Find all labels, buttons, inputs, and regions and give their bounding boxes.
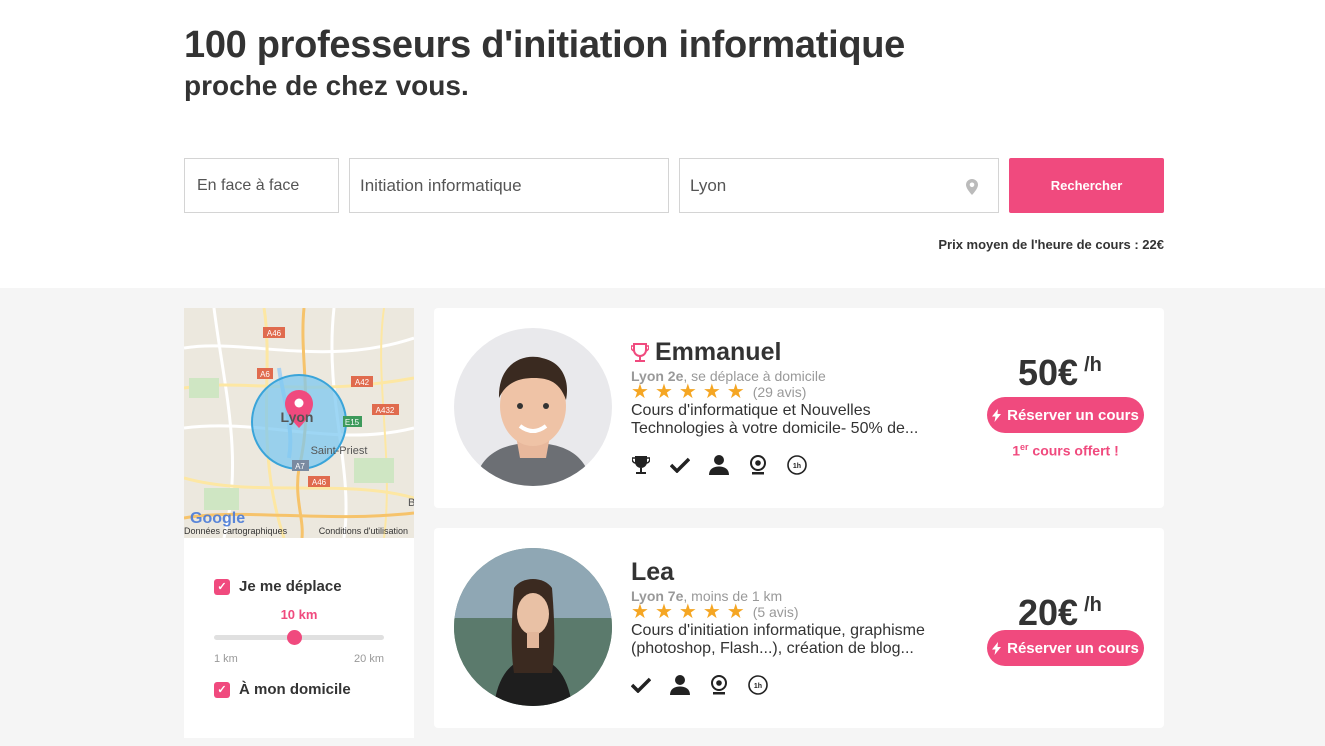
map[interactable]: A46 A6 A42 A432 E15 A7 A46 Lyon Saint-Pr…: [184, 308, 414, 538]
star-icon: ★: [654, 381, 673, 403]
review-count[interactable]: (29 avis): [753, 384, 807, 400]
map-label-a6: A6: [260, 370, 270, 379]
first-lesson-offer: 1er cours offert !: [987, 442, 1144, 459]
star-icon: ★: [678, 381, 697, 403]
teacher-description: Cours d'informatique et Nouvelles Techno…: [631, 402, 919, 437]
map-label-a42: A42: [355, 378, 370, 387]
map-label-a46-bottom: A46: [312, 478, 327, 487]
map-label-a432: A432: [376, 406, 395, 415]
webcam-icon: [709, 675, 729, 695]
teacher-name-row: Lea: [631, 558, 674, 587]
map-terms-link[interactable]: Conditions d'utilisation: [319, 526, 408, 536]
star-icon: ★: [654, 601, 673, 623]
teacher-description: Cours d'initiation informatique, graphis…: [631, 622, 925, 657]
star-icon: ★: [631, 601, 649, 623]
avatar[interactable]: [454, 328, 612, 486]
location-input[interactable]: Lyon: [679, 158, 999, 213]
home-filter[interactable]: ✓ À mon domicile: [214, 681, 351, 698]
location-pin-icon: [966, 179, 978, 195]
home-label: À mon domicile: [239, 681, 351, 698]
offer-ordinal: er: [1020, 442, 1029, 452]
page-subtitle: proche de chez vous.: [184, 70, 469, 101]
page-title: 100 professeurs d'initiation informatiqu…: [184, 24, 905, 66]
map-label-e15: E15: [345, 418, 360, 427]
teacher-name[interactable]: Lea: [631, 558, 674, 587]
star-icon: ★: [702, 601, 721, 623]
map-label-city: Lyon: [281, 409, 314, 425]
map-credits: Données cartographiques Conditions d'uti…: [184, 526, 414, 536]
teacher-features: 1h: [631, 455, 807, 475]
distance-value: 10 km: [280, 607, 318, 622]
price-value: 20€: [1018, 592, 1079, 633]
star-icon: ★: [631, 381, 649, 403]
travel-label: Je me déplace: [239, 578, 342, 595]
person-icon: [670, 675, 690, 695]
map-data-credit[interactable]: Données cartographiques: [184, 526, 287, 536]
price-unit: /h: [1084, 354, 1102, 376]
distance-slider[interactable]: [214, 630, 384, 645]
avatar[interactable]: [454, 548, 612, 706]
lightning-icon: [992, 641, 1002, 655]
star-icon: ★: [726, 601, 745, 623]
distance-min-label: 1 km: [214, 653, 238, 665]
teacher-card[interactable]: Lea Lyon 7e, moins de 1 km ★ ★ ★ ★ ★ (5 …: [434, 528, 1164, 728]
map-label-a7: A7: [295, 462, 305, 471]
rating: ★ ★ ★ ★ ★ (5 avis): [631, 602, 799, 622]
travel-filter[interactable]: ✓ Je me déplace: [214, 578, 342, 595]
map-label-saint-priest: Saint-Priest: [311, 445, 368, 457]
svg-text:1h: 1h: [754, 683, 762, 690]
one-hour-icon: 1h: [787, 455, 807, 475]
price: 20€/h: [1018, 592, 1102, 634]
star-icon: ★: [726, 381, 745, 403]
search-button[interactable]: Rechercher: [1009, 158, 1164, 213]
lightning-icon: [992, 408, 1002, 422]
book-button-label: Réserver un cours: [1007, 639, 1139, 657]
check-icon: [631, 675, 651, 695]
home-checkbox[interactable]: ✓: [214, 681, 230, 698]
star-icon: ★: [702, 381, 721, 403]
teacher-name-row: Emmanuel: [631, 338, 781, 367]
check-icon: [670, 455, 690, 475]
subject-input[interactable]: Initiation informatique: [349, 158, 669, 213]
book-button-label: Réserver un cours: [1007, 406, 1139, 424]
location-value: Lyon: [690, 175, 727, 195]
rating: ★ ★ ★ ★ ★ (29 avis): [631, 382, 806, 402]
offer-text: cours offert !: [1028, 442, 1119, 459]
star-icon: ★: [678, 601, 697, 623]
average-price: Prix moyen de l'heure de cours : 22€: [938, 237, 1164, 252]
teacher-features: 1h: [631, 675, 768, 695]
travel-checkbox[interactable]: ✓: [214, 578, 230, 595]
book-button[interactable]: Réserver un cours: [987, 630, 1144, 666]
map-canvas[interactable]: A46 A6 A42 A432 E15 A7 A46 Lyon Saint-Pr…: [184, 308, 414, 538]
teacher-name[interactable]: Emmanuel: [655, 338, 781, 367]
one-hour-icon: 1h: [748, 675, 768, 695]
distance-slider-handle[interactable]: [286, 630, 302, 645]
mode-select[interactable]: En face à face: [184, 158, 339, 213]
webcam-icon: [748, 455, 768, 475]
review-count[interactable]: (5 avis): [753, 604, 799, 620]
book-button[interactable]: Réserver un cours: [987, 397, 1144, 433]
subject-value: Initiation informatique: [360, 175, 522, 195]
svg-text:1h: 1h: [793, 463, 801, 470]
price: 50€/h: [1018, 352, 1102, 394]
map-label-a46-top: A46: [267, 329, 282, 338]
trophy-icon: [631, 342, 649, 362]
map-label-edge: B: [408, 497, 414, 509]
trophy-icon: [631, 455, 651, 475]
search-header: 100 professeurs d'initiation informatiqu…: [0, 0, 1325, 288]
offer-number: 1: [1012, 442, 1021, 459]
distance-max-label: 20 km: [354, 653, 384, 665]
teacher-card[interactable]: Emmanuel Lyon 2e, se déplace à domicile …: [434, 308, 1164, 508]
filters-panel: ✓ Je me déplace 10 km 1 km 20 km ✓ À mon…: [184, 538, 414, 738]
mode-value: En face à face: [197, 176, 300, 194]
price-value: 50€: [1018, 352, 1079, 393]
person-icon: [709, 455, 729, 475]
price-unit: /h: [1084, 594, 1102, 616]
